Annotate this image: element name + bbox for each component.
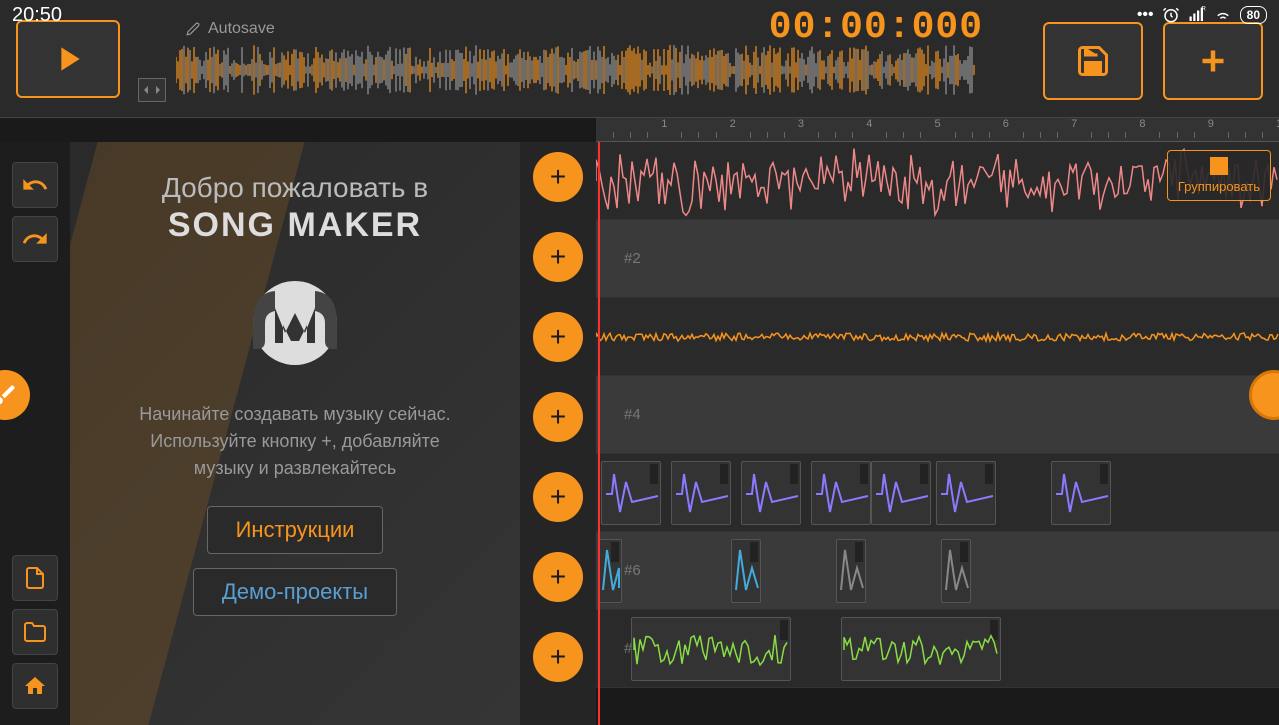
add-track-button-5[interactable]: + bbox=[533, 472, 583, 522]
audio-clip[interactable] bbox=[601, 461, 661, 525]
folder-icon bbox=[23, 620, 47, 644]
track-label: #2 bbox=[624, 250, 641, 267]
project-name[interactable]: Autosave bbox=[186, 20, 275, 38]
audio-clip[interactable] bbox=[811, 461, 871, 525]
brush-icon bbox=[0, 382, 18, 408]
track-row[interactable] bbox=[596, 298, 1279, 376]
home-icon bbox=[23, 674, 47, 698]
audio-clip[interactable] bbox=[836, 539, 866, 603]
add-track-button-3[interactable]: + bbox=[533, 312, 583, 362]
audio-clip[interactable] bbox=[598, 539, 622, 603]
add-track-button-7[interactable]: + bbox=[533, 632, 583, 682]
welcome-appname: SONG MAKER bbox=[168, 206, 422, 245]
track-row[interactable]: # bbox=[596, 610, 1279, 688]
track-row[interactable]: #2 bbox=[596, 220, 1279, 298]
add-track-button-6[interactable]: + bbox=[533, 552, 583, 602]
pencil-icon bbox=[186, 22, 200, 36]
add-track-column: + + + + + + + bbox=[520, 142, 596, 725]
undo-button[interactable] bbox=[12, 162, 58, 208]
track-label: #6 bbox=[624, 562, 641, 579]
track-label: #4 bbox=[624, 406, 641, 423]
audio-clip[interactable] bbox=[936, 461, 996, 525]
add-track-button-1[interactable]: + bbox=[533, 152, 583, 202]
audio-clip[interactable] bbox=[1051, 461, 1111, 525]
audio-clip[interactable] bbox=[731, 539, 761, 603]
tracks-area[interactable]: Группировать #2 #4 #6 bbox=[596, 142, 1279, 725]
timecode: 00:00:000 bbox=[769, 6, 983, 49]
timeline-ruler[interactable]: 12345678910 bbox=[596, 118, 1279, 142]
playhead[interactable] bbox=[598, 142, 600, 725]
add-track-button-2[interactable]: + bbox=[533, 232, 583, 282]
audio-clip[interactable] bbox=[631, 617, 791, 681]
open-folder-button[interactable] bbox=[12, 609, 58, 655]
play-button[interactable] bbox=[16, 20, 120, 98]
audio-clip[interactable] bbox=[871, 461, 931, 525]
track-row[interactable]: #6 bbox=[596, 532, 1279, 610]
overview-waveform[interactable] bbox=[176, 40, 976, 100]
instructions-button[interactable]: Инструкции bbox=[207, 506, 384, 554]
demo-projects-button[interactable]: Демо-проекты bbox=[193, 568, 397, 616]
stop-icon bbox=[1210, 157, 1228, 175]
track-row[interactable] bbox=[596, 454, 1279, 532]
app-logo bbox=[235, 263, 355, 383]
audio-clip[interactable] bbox=[741, 461, 801, 525]
welcome-title: Добро пожаловать в bbox=[162, 172, 428, 204]
home-button[interactable] bbox=[12, 663, 58, 709]
group-button[interactable]: Группировать bbox=[1167, 150, 1271, 201]
save-icon bbox=[1075, 43, 1111, 79]
save-button[interactable] bbox=[1043, 22, 1143, 100]
welcome-panel: Добро пожаловать в SONG MAKER Начинайте … bbox=[70, 142, 520, 725]
new-file-button[interactable] bbox=[12, 555, 58, 601]
audio-clip[interactable] bbox=[941, 539, 971, 603]
audio-clip[interactable] bbox=[841, 617, 1001, 681]
undo-icon bbox=[21, 171, 49, 199]
file-icon bbox=[23, 566, 47, 590]
track-row[interactable]: #4 bbox=[596, 376, 1279, 454]
audio-clip[interactable] bbox=[671, 461, 731, 525]
plus-icon bbox=[1195, 43, 1231, 79]
add-button[interactable] bbox=[1163, 22, 1263, 100]
overview-resize-handle[interactable] bbox=[138, 78, 166, 102]
add-track-button-4[interactable]: + bbox=[533, 392, 583, 442]
welcome-description: Начинайте создавать музыку сейчас. Испол… bbox=[135, 401, 455, 482]
redo-button[interactable] bbox=[12, 216, 58, 262]
redo-icon bbox=[21, 225, 49, 253]
